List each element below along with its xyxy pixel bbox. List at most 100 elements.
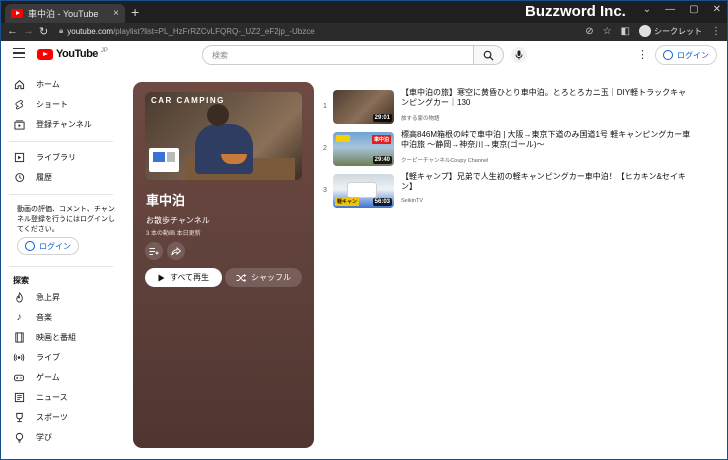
video-title[interactable]: 標高846M箱根の峠で車中泊 | 大阪→東京下道のみ国道1号 軽キャンピングカー…	[401, 130, 693, 150]
search-input[interactable]: 検索	[202, 45, 474, 65]
sidebar-item-home[interactable]: ホーム	[1, 74, 119, 94]
explore-heading: 探索	[13, 276, 29, 285]
learning-icon	[13, 431, 25, 443]
lock-icon[interactable]: 🔒︎	[59, 26, 63, 36]
bookmark-star-icon[interactable]: ☆	[603, 26, 612, 37]
playlist-video-row[interactable]: 3 軽キャン 56:03 【軽キャンプ】兄弟で人生初の軽キャンピングカー車中泊！…	[321, 172, 721, 210]
sidebar-item-news[interactable]: ニュース	[1, 387, 119, 407]
watermark-brand: Buzzword Inc.	[525, 3, 626, 20]
video-channel[interactable]: SeikinTV	[401, 198, 423, 204]
incognito-indicator[interactable]: シークレット	[639, 25, 702, 37]
playlist-video-row[interactable]: 1 29:01 【車中泊の旅】寒空に黄昏ひとり車中泊。とろとろカニ玉｜DIY軽ト…	[321, 88, 721, 126]
sidebar-item-live[interactable]: ライブ	[1, 347, 119, 367]
hamburger-menu-icon[interactable]	[13, 48, 25, 58]
sidebar-item-label: ショート	[36, 99, 68, 109]
sidebar-item-shorts[interactable]: ショート	[1, 94, 119, 114]
sidebar-item-subscriptions[interactable]: 登録チャンネル	[1, 114, 119, 134]
playlist-owner[interactable]: お散歩チャンネル	[146, 215, 210, 226]
video-duration: 29:40	[372, 156, 392, 164]
thumbnail-van	[347, 182, 377, 198]
video-duration: 29:01	[372, 114, 392, 122]
thumbnail-badge: 車中泊	[371, 135, 391, 144]
url-path: /playlist?list=PL_HzFrRZCvLFQRQ-_UZ2_eF2…	[113, 26, 315, 36]
reload-icon[interactable]: ↻	[39, 25, 48, 38]
login-label: ログイン	[39, 241, 71, 251]
sidebar-item-label: ニュース	[36, 392, 68, 402]
sidebar-item-label: 急上昇	[36, 292, 60, 302]
playlist-header-panel: CAR CAMPING 車中泊 お散歩チャンネル 3 本の動画 本日更新 すべて…	[133, 82, 314, 448]
thumb-person-body	[195, 124, 253, 174]
sidebar-item-label: 音楽	[36, 312, 52, 322]
sidebar-item-movies[interactable]: 映画と番組	[1, 327, 119, 347]
microphone-icon	[515, 50, 523, 60]
search-icon	[483, 50, 494, 61]
sidebar-item-label: ホーム	[36, 79, 60, 89]
sidebar-item-music[interactable]: ♪ 音楽	[1, 307, 119, 327]
tab-close-icon[interactable]: ×	[113, 8, 119, 19]
search-button[interactable]	[474, 45, 504, 65]
video-channel[interactable]: クーピーチャンネルCoupy Channel	[401, 156, 488, 164]
window-controls: ⌄ — ▢ ✕	[643, 4, 721, 15]
maximize-button[interactable]: ▢	[689, 4, 698, 15]
video-title[interactable]: 【車中泊の旅】寒空に黄昏ひとり車中泊。とろとろカニ玉｜DIY軽トラックキャンピン…	[401, 88, 693, 108]
new-tab-button[interactable]: +	[131, 4, 139, 20]
live-icon	[13, 351, 25, 363]
video-title[interactable]: 【軽キャンプ】兄弟で人生初の軽キャンピングカー車中泊！【ヒカキン&セイキン】	[401, 172, 693, 192]
voice-search-button[interactable]	[511, 47, 527, 63]
thumbnail-badge: 軽キャン	[335, 197, 360, 206]
play-all-label: すべて再生	[169, 273, 210, 282]
sidebar-item-trending[interactable]: 急上昇	[1, 287, 119, 307]
sidebar-item-learning[interactable]: 学び	[1, 427, 119, 447]
back-icon[interactable]: ←	[7, 25, 18, 37]
youtube-header: YouTube JP 検索 ⋮ ログイン	[1, 41, 727, 69]
browser-menu-icon[interactable]: ⋮	[711, 26, 721, 37]
video-thumbnail[interactable]: 29:01	[333, 90, 394, 124]
youtube-logo[interactable]: YouTube JP	[37, 48, 108, 60]
play-all-button[interactable]: すべて再生	[145, 268, 222, 287]
playlist-thumbnail[interactable]: CAR CAMPING	[145, 92, 302, 180]
video-index: 3	[323, 187, 327, 194]
incognito-label: シークレット	[654, 26, 702, 36]
minimize-button[interactable]: —	[665, 4, 675, 15]
url-host: youtube.com	[67, 26, 114, 36]
sidebar-item-history[interactable]: 履歴	[1, 167, 119, 187]
shuffle-button[interactable]: シャッフル	[225, 268, 302, 287]
sidebar-item-gaming[interactable]: ゲーム	[1, 367, 119, 387]
sidebar-item-library[interactable]: ライブラリ	[1, 147, 119, 167]
tab-search-icon[interactable]: ⌄	[643, 4, 651, 15]
sidebar-item-label: 登録チャンネル	[36, 119, 92, 129]
playlist-video-row[interactable]: 2 車中泊 29:40 標高846M箱根の峠で車中泊 | 大阪→東京下道のみ国道…	[321, 130, 721, 168]
close-window-button[interactable]: ✕	[713, 4, 721, 15]
sidebar-item-label: スポーツ	[36, 412, 68, 422]
forward-icon[interactable]: →	[23, 25, 34, 37]
sidebar-divider	[9, 194, 113, 195]
sidebar-divider	[9, 266, 113, 267]
music-icon: ♪	[16, 311, 22, 323]
video-index: 1	[323, 103, 327, 110]
share-button[interactable]	[167, 242, 185, 260]
video-thumbnail[interactable]: 軽キャン 56:03	[333, 174, 394, 208]
url-field[interactable]: 🔒︎ youtube.com/playlist?list=PL_HzFrRZCv…	[59, 26, 315, 36]
eye-off-icon[interactable]: ⊘	[585, 26, 593, 37]
sidebar-divider	[9, 141, 113, 142]
trending-icon	[13, 291, 25, 303]
add-to-library-button[interactable]	[145, 242, 163, 260]
settings-menu-icon[interactable]: ⋮	[637, 48, 648, 61]
incognito-icon	[639, 25, 651, 37]
playlist-meta: 3 本の動画 本日更新	[146, 231, 201, 237]
youtube-favicon-icon	[11, 9, 23, 18]
side-panel-icon[interactable]: ◧	[621, 26, 630, 37]
logo-region: JP	[100, 48, 108, 54]
sidebar-login-button[interactable]: ログイン	[17, 237, 79, 255]
browser-tab[interactable]: 車中泊 - YouTube ×	[5, 4, 125, 23]
toolbar-right: ⊘ ☆ ◧ シークレット ⋮	[585, 25, 721, 37]
sidebar-item-label: 履歴	[36, 172, 52, 182]
video-channel[interactable]: 旅する家の物語	[401, 114, 440, 122]
sidebar-item-sports[interactable]: スポーツ	[1, 407, 119, 427]
video-thumbnail[interactable]: 車中泊 29:40	[333, 132, 394, 166]
sports-icon	[13, 411, 25, 423]
user-circle-icon	[25, 241, 35, 251]
video-index: 2	[323, 145, 327, 152]
thumb-person-head	[207, 104, 229, 126]
login-button[interactable]: ログイン	[655, 45, 717, 65]
